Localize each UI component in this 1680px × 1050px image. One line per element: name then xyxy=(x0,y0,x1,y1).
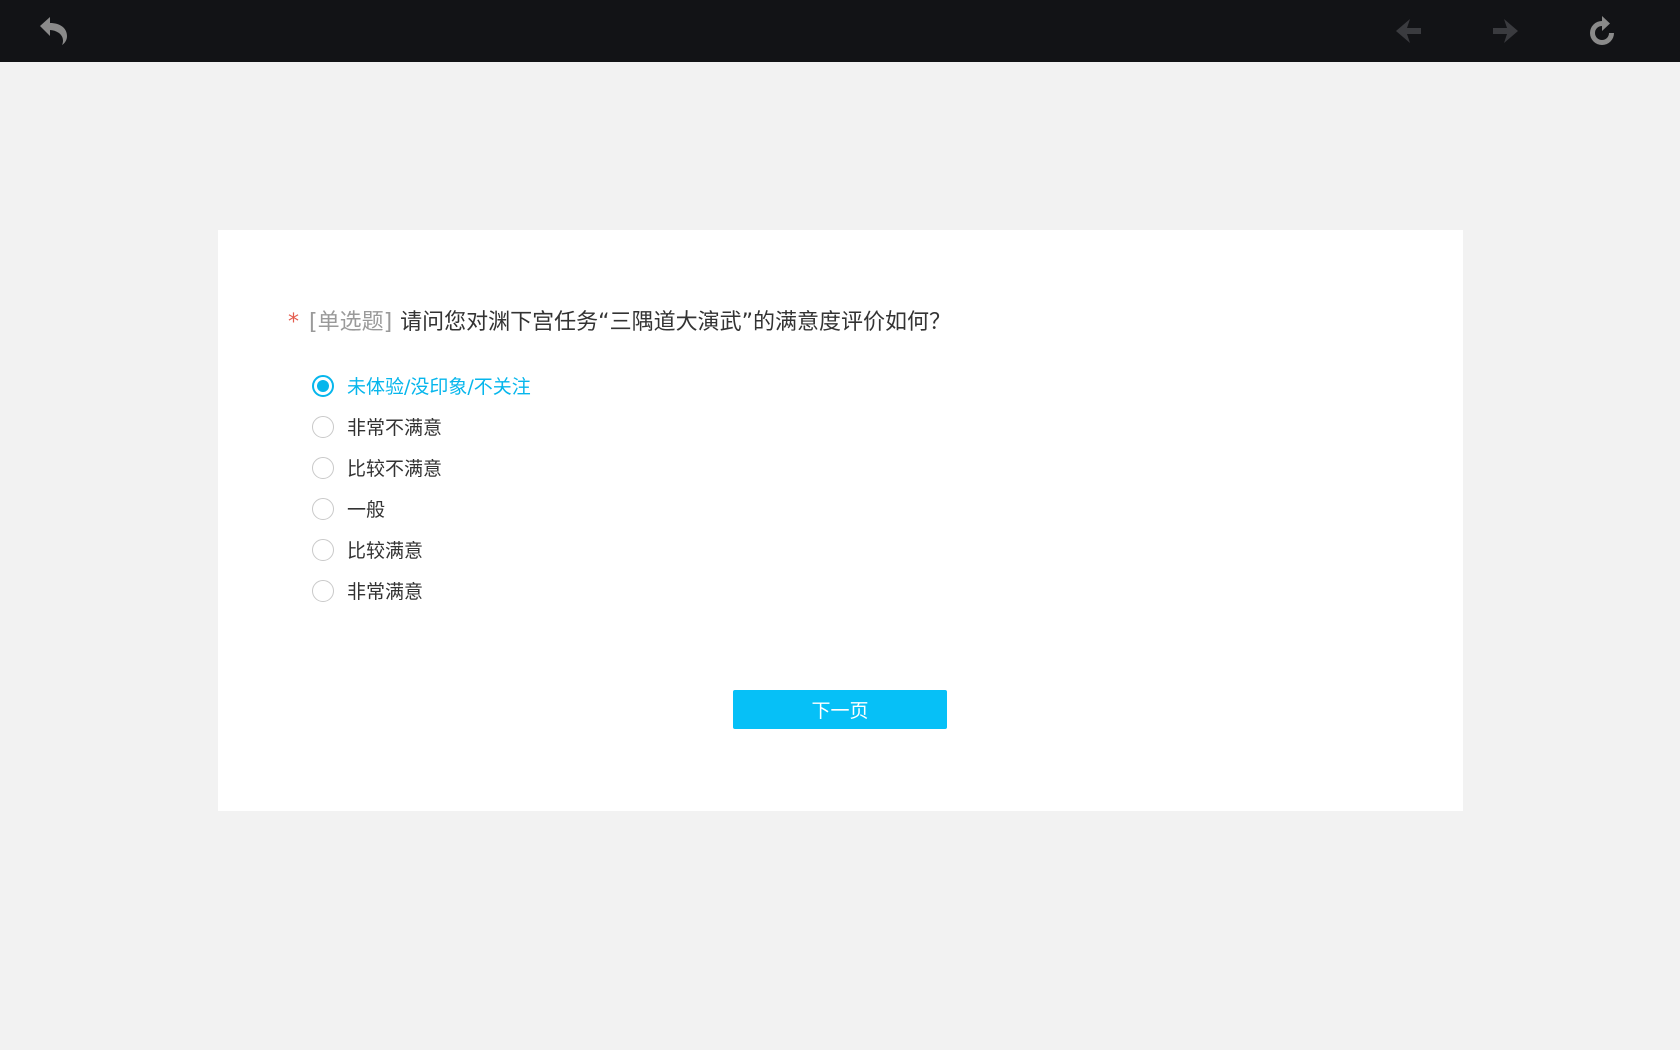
option-label: 比较满意 xyxy=(347,540,424,562)
back-button[interactable] xyxy=(36,13,72,49)
option-satisfied[interactable]: 比较满意 xyxy=(312,529,531,570)
required-mark: * xyxy=(288,310,299,335)
option-very-satisfied[interactable]: 非常满意 xyxy=(312,570,531,611)
top-toolbar xyxy=(0,0,1680,62)
radio-button[interactable] xyxy=(312,497,334,520)
option-label: 非常不满意 xyxy=(347,417,443,439)
option-label: 一般 xyxy=(347,499,386,521)
arrow-right-icon xyxy=(1490,16,1520,46)
browser-forward-button[interactable] xyxy=(1487,13,1523,49)
browser-back-button[interactable] xyxy=(1391,13,1427,49)
question-text: 请问您对渊下宫任务“三隅道大演武”的满意度评价如何？ xyxy=(400,310,951,335)
radio-button[interactable] xyxy=(312,415,334,438)
survey-card: * [单选题] 请问您对渊下宫任务“三隅道大演武”的满意度评价如何？ 未体验/没印象… xyxy=(218,230,1463,811)
radio-button[interactable] xyxy=(312,456,334,479)
refresh-icon xyxy=(1586,15,1618,47)
option-not-experienced[interactable]: 未体验/没印象/不关注 xyxy=(312,365,531,406)
radio-button[interactable] xyxy=(312,538,334,561)
arrow-left-icon xyxy=(1394,16,1424,46)
option-dissatisfied[interactable]: 比较不满意 xyxy=(312,447,531,488)
refresh-button[interactable] xyxy=(1584,13,1620,49)
radio-button[interactable] xyxy=(312,579,334,602)
undo-arrow-icon xyxy=(37,15,71,47)
question-title: * [单选题] 请问您对渊下宫任务“三隅道大演武”的满意度评价如何？ xyxy=(288,308,951,338)
option-label: 未体验/没印象/不关注 xyxy=(347,376,531,398)
option-very-dissatisfied[interactable]: 非常不满意 xyxy=(312,406,531,447)
option-neutral[interactable]: 一般 xyxy=(312,488,531,529)
option-label: 非常满意 xyxy=(347,581,424,603)
options-list: 未体验/没印象/不关注 非常不满意 比较不满意 一般 比较满意 非常满意 xyxy=(312,365,531,611)
option-label: 比较不满意 xyxy=(347,458,443,480)
next-page-button[interactable]: 下一页 xyxy=(733,690,947,729)
question-type-label: [单选题] xyxy=(309,310,393,335)
radio-button[interactable] xyxy=(312,374,334,397)
